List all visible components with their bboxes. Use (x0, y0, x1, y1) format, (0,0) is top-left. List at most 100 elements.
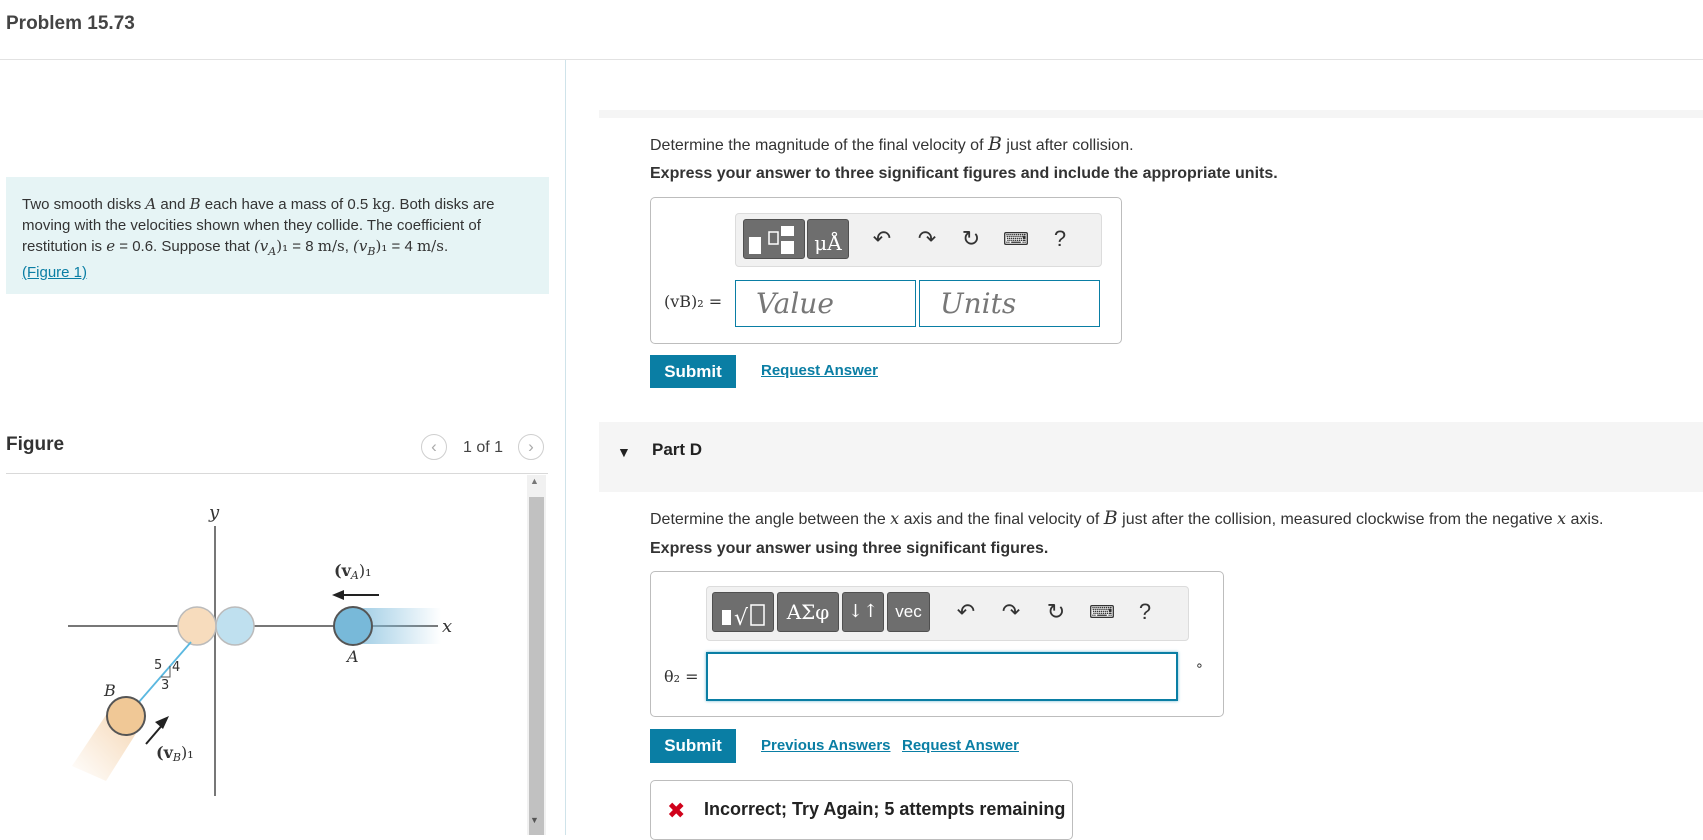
disk-a-collision (215, 606, 255, 646)
disk-a-symbol: A (145, 195, 157, 213)
svg-text:√: √ (734, 606, 749, 631)
question-var: x (1557, 509, 1567, 528)
y-axis-label: y (208, 502, 220, 523)
problem-text: and (156, 196, 190, 213)
figure-scroll-thumb[interactable] (529, 497, 544, 835)
disk-a-label: A (345, 647, 359, 666)
units-input[interactable] (919, 280, 1100, 327)
problem-text: = 4 (387, 238, 417, 255)
figure-divider (6, 473, 548, 474)
angle-input[interactable] (706, 652, 1178, 701)
column-divider (565, 60, 566, 835)
va-label: (vA)₁ (334, 561, 371, 582)
part-c-request-answer-link[interactable]: Request Answer (761, 362, 878, 379)
disk-b-symbol: B (189, 195, 201, 213)
keyboard-icon[interactable]: ⌨ (1088, 598, 1116, 626)
templates-icon (749, 226, 794, 254)
undo-icon[interactable]: ↶ (952, 598, 980, 626)
problem-text: = 0.6. Suppose that (115, 238, 254, 255)
part-c-question: Determine the magnitude of the final vel… (650, 133, 1134, 155)
part-c-header-strip (599, 110, 1703, 118)
disk-b (106, 696, 146, 736)
units-button[interactable]: μÅ (807, 219, 849, 259)
templates-button[interactable]: √ (712, 592, 774, 632)
va-arrowhead (332, 590, 344, 600)
figure-pager: 1 of 1 (463, 439, 504, 456)
part-d-header[interactable] (599, 422, 1703, 492)
part-c-submit-button[interactable]: Submit (650, 355, 736, 388)
part-d-question: Determine the angle between the x axis a… (650, 507, 1603, 529)
templates-icon: √ (722, 604, 765, 631)
header-divider (0, 59, 1703, 60)
part-d-request-answer-link[interactable]: Request Answer (902, 737, 1019, 754)
question-text: just after the collision, measured clock… (1117, 511, 1558, 528)
chevron-right-icon[interactable]: › (518, 434, 544, 460)
templates-button[interactable] (743, 219, 805, 259)
question-text: axis. (1566, 511, 1604, 528)
question-text: axis and the final velocity of (899, 511, 1104, 528)
chevron-left-icon[interactable]: ‹ (421, 434, 447, 460)
feedback-message: Incorrect; Try Again; 5 attempts remaini… (704, 799, 1066, 819)
arrows-button[interactable]: ↓↑ (842, 592, 884, 632)
problem-text: each have a mass of 0.5 (200, 196, 373, 213)
scroll-down-icon[interactable]: ▼ (530, 815, 539, 825)
speed-unit: m/s (416, 237, 444, 255)
part-d-answer-box: √ ΑΣφ ↓↑ vec ↶ ↷ ↻ ⌨ ? θ₂ = ∘ (650, 571, 1224, 717)
redo-icon[interactable]: ↷ (913, 225, 941, 253)
error-x-icon: ✖ (667, 798, 686, 823)
vb1-symbol: (vB)₁ (353, 237, 388, 258)
degree-unit: ∘ (1195, 657, 1204, 673)
help-button[interactable]: ? (1046, 225, 1074, 253)
question-text: Determine the magnitude of the final vel… (650, 137, 988, 154)
problem-text: = 8 (288, 238, 318, 255)
slope-5-label: 5 (154, 658, 162, 673)
question-var: B (987, 133, 1002, 155)
part-d-instruction: Express your answer using three signific… (650, 540, 1049, 557)
part-c-answer-box: μÅ ↶ ↷ ↻ ⌨ ? (vB)₂ = (650, 197, 1122, 344)
disk-b-label: B (103, 681, 116, 700)
problem-text: Two smooth disks (22, 196, 146, 213)
caret-down-icon[interactable]: ▼ (617, 444, 631, 460)
reset-icon[interactable]: ↻ (957, 225, 985, 253)
reset-icon[interactable]: ↻ (1042, 598, 1070, 626)
problem-text: , (344, 238, 354, 255)
problem-text: . (443, 238, 449, 255)
question-var: B (1103, 507, 1118, 529)
undo-icon[interactable]: ↶ (868, 225, 896, 253)
vb-label: (vB)₁ (156, 743, 194, 764)
part-d-submit-button[interactable]: Submit (650, 729, 736, 763)
part-c-toolbar: μÅ ↶ ↷ ↻ ⌨ ? (735, 213, 1102, 267)
restitution-symbol: e (106, 237, 116, 255)
disk-b-path (131, 641, 192, 711)
greek-symbols-button[interactable]: ΑΣφ (777, 592, 839, 632)
theta2-label: θ₂ = (664, 667, 699, 686)
part-c-instruction: Express your answer to three significant… (650, 165, 1278, 182)
slope-3-label: 3 (161, 678, 169, 693)
problem-statement: Two smooth disks A and B each have a mas… (6, 177, 549, 294)
disk-b-collision (177, 606, 217, 646)
vb-arrowhead (155, 716, 169, 729)
vector-button[interactable]: vec (887, 592, 930, 632)
mass-unit: kg (372, 195, 392, 213)
vb1-close: )₁ (375, 237, 388, 255)
slope-4-label: 4 (172, 660, 180, 675)
question-var: x (890, 509, 900, 528)
keyboard-icon[interactable]: ⌨ (1002, 225, 1030, 253)
x-axis-label: x (442, 616, 452, 637)
redo-icon[interactable]: ↷ (997, 598, 1025, 626)
scroll-up-icon[interactable]: ▲ (530, 476, 539, 486)
value-input[interactable] (735, 280, 916, 327)
help-button[interactable]: ? (1131, 598, 1159, 626)
va1-symbol: (vA)₁ (254, 237, 289, 258)
speed-unit: m/s (317, 237, 345, 255)
va1-close: )₁ (276, 237, 289, 255)
previous-answers-link[interactable]: Previous Answers (761, 737, 891, 754)
disk-a (333, 606, 373, 646)
part-d-toolbar: √ ΑΣφ ↓↑ vec ↶ ↷ ↻ ⌨ ? (706, 586, 1189, 641)
vb1-open: (v (353, 237, 368, 255)
figure-link[interactable]: (Figure 1) (22, 264, 87, 281)
figure-heading: Figure (6, 434, 65, 455)
question-text: Determine the angle between the (650, 511, 891, 528)
problem-title: Problem 15.73 (6, 13, 135, 34)
part-d-title[interactable]: Part D (652, 440, 702, 460)
